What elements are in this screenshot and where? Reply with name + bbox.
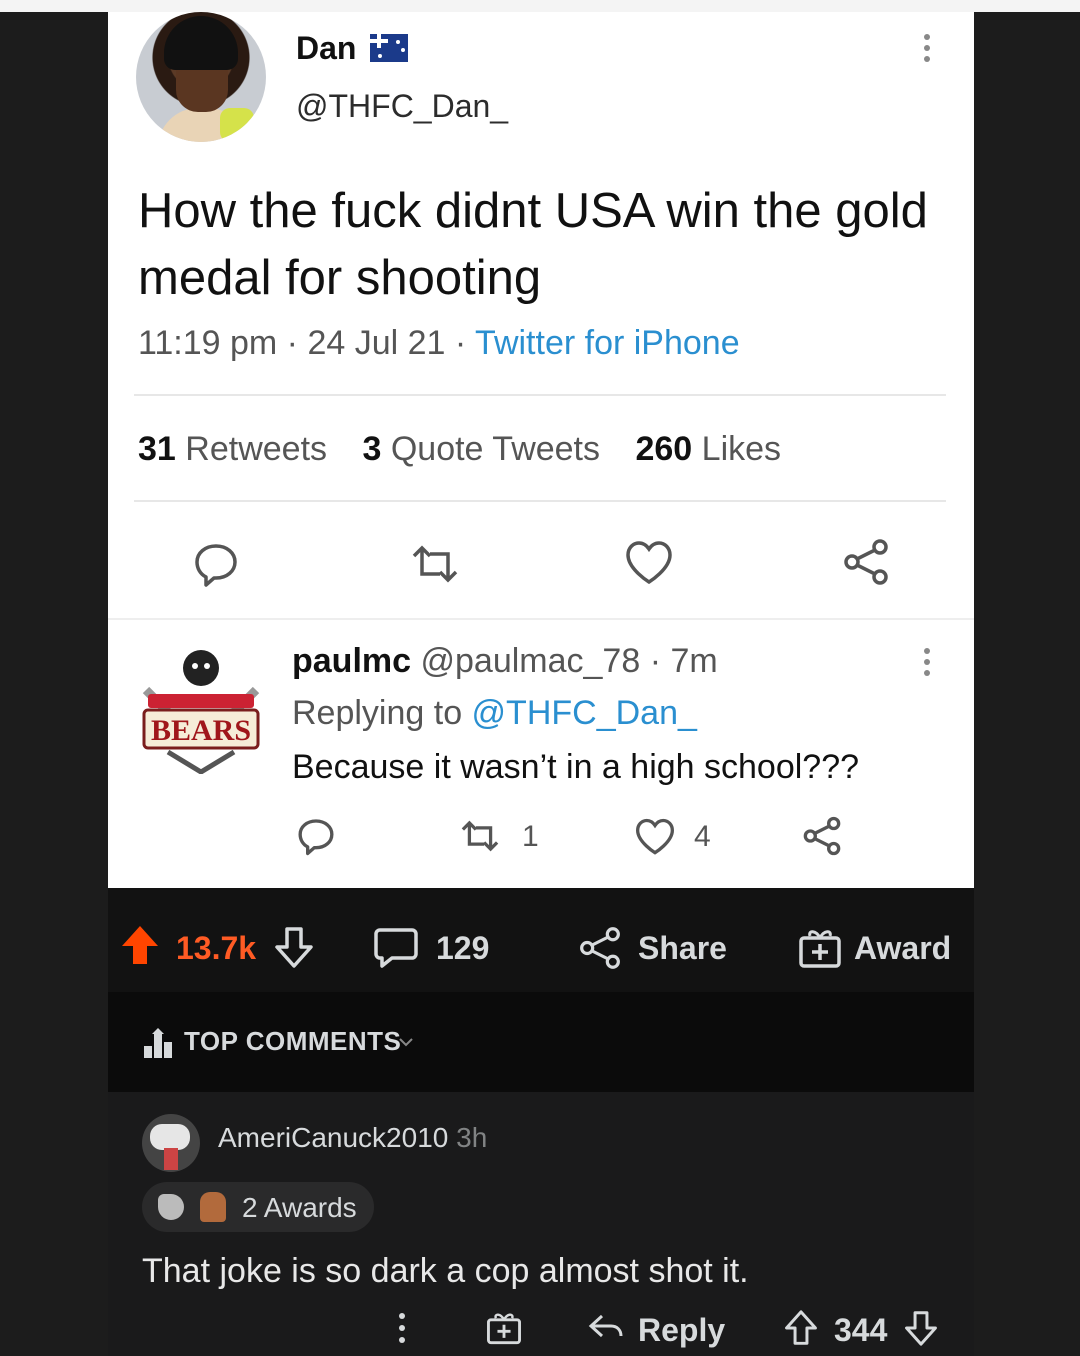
reply-button[interactable]: Reply [638,1312,725,1349]
post-action-bar: 13.7k 129 Share Award [108,888,974,992]
award-icon[interactable] [798,926,842,970]
comment-downvote-icon[interactable] [904,1310,938,1346]
comment-icon[interactable] [374,926,418,968]
reply-handle-time: @paulmac_78 · 7m [411,642,718,680]
svg-text:BEARS: BEARS [151,714,251,747]
reply-text: Because it wasn’t in a high school??? [292,748,860,786]
awards-count: 2 Awards [242,1192,357,1223]
reply-retweet-icon[interactable] [458,818,502,854]
award-button[interactable]: Award [854,930,951,967]
comment-award-icon[interactable] [486,1310,522,1346]
reply-more-icon[interactable] [924,648,930,682]
comment-upvote-icon[interactable] [784,1310,818,1346]
likes-stat[interactable]: 260 Likes [635,430,781,468]
share-icon[interactable] [578,926,622,970]
share-button[interactable]: Share [638,930,727,967]
reply-author-avatar[interactable]: BEARS [138,644,264,775]
commenter-avatar[interactable] [142,1114,200,1172]
comment-text: That joke is so dark a cop almost shot i… [142,1252,749,1290]
retweet-icon[interactable] [408,542,462,586]
reply-author-name[interactable]: paulmc [292,642,411,680]
reply-icon[interactable] [192,540,240,588]
comment-count[interactable]: 129 [436,930,489,967]
retweets-stat[interactable]: 31 Retweets [138,430,327,468]
reply-reply-icon[interactable] [296,816,336,856]
comment-more-icon[interactable] [398,1312,406,1344]
replying-to: Replying to @THFC_Dan_ [292,694,697,732]
tweet-text: How the fuck didnt USA win the gold meda… [138,184,928,305]
replying-to-handle[interactable]: @THFC_Dan_ [472,694,697,732]
award-badge-icon [158,1194,184,1220]
reply-arrow-icon[interactable] [588,1312,624,1342]
like-icon[interactable] [624,540,674,586]
author-handle[interactable]: @THFC_Dan_ [296,88,508,125]
downvote-icon[interactable] [274,926,314,968]
reply-share-icon[interactable] [802,816,842,856]
tweet-stats: 31 Retweets 3 Quote Tweets 260 Likes [138,430,807,469]
comment-score: 344 [834,1312,888,1348]
upvote-icon[interactable] [120,924,160,966]
awards-pill[interactable]: 2 Awards [142,1182,374,1232]
divider [134,500,946,502]
tweet-card: Dan @THFC_Dan_ How the fuck didnt USA wi… [108,12,974,888]
tweet-more-icon[interactable] [924,34,930,68]
screenshot-frame: Dan @THFC_Dan_ How the fuck didnt USA wi… [108,12,974,1356]
comments-sort-bar: TOP COMMENTS [108,992,974,1092]
comment-author[interactable]: AmeriCanuck2010 3h [218,1122,487,1154]
divider [134,394,946,396]
chevron-down-icon[interactable] [398,1032,414,1053]
comment-age: 3h [448,1122,488,1153]
reply-like-icon[interactable] [634,818,676,856]
tweet-timestamp: 11:19 pm · 24 Jul 21 · [138,324,476,362]
share-icon[interactable] [842,538,890,586]
rocket-sort-icon [142,1026,174,1060]
tweet-source-link[interactable]: Twitter for iPhone [475,324,740,362]
author-avatar[interactable] [136,12,266,142]
award-badge-icon [200,1192,226,1222]
author-name[interactable]: Dan [296,30,356,67]
reply-header: paulmc @paulmac_78 · 7m [292,642,718,681]
tweet-meta: 11:19 pm · 24 Jul 21 · Twitter for iPhon… [138,324,740,363]
upvote-count: 13.7k [176,930,257,966]
sort-label[interactable]: TOP COMMENTS [184,1026,401,1057]
divider [108,618,974,620]
comment: AmeriCanuck2010 3h 2 Awards That joke is… [108,1092,974,1356]
top-edge [0,0,1080,12]
quote-tweets-stat[interactable]: 3 Quote Tweets [362,430,600,468]
reply-like-count: 4 [694,820,711,853]
australia-flag-icon [370,34,408,62]
reply-retweet-count: 1 [522,820,539,853]
